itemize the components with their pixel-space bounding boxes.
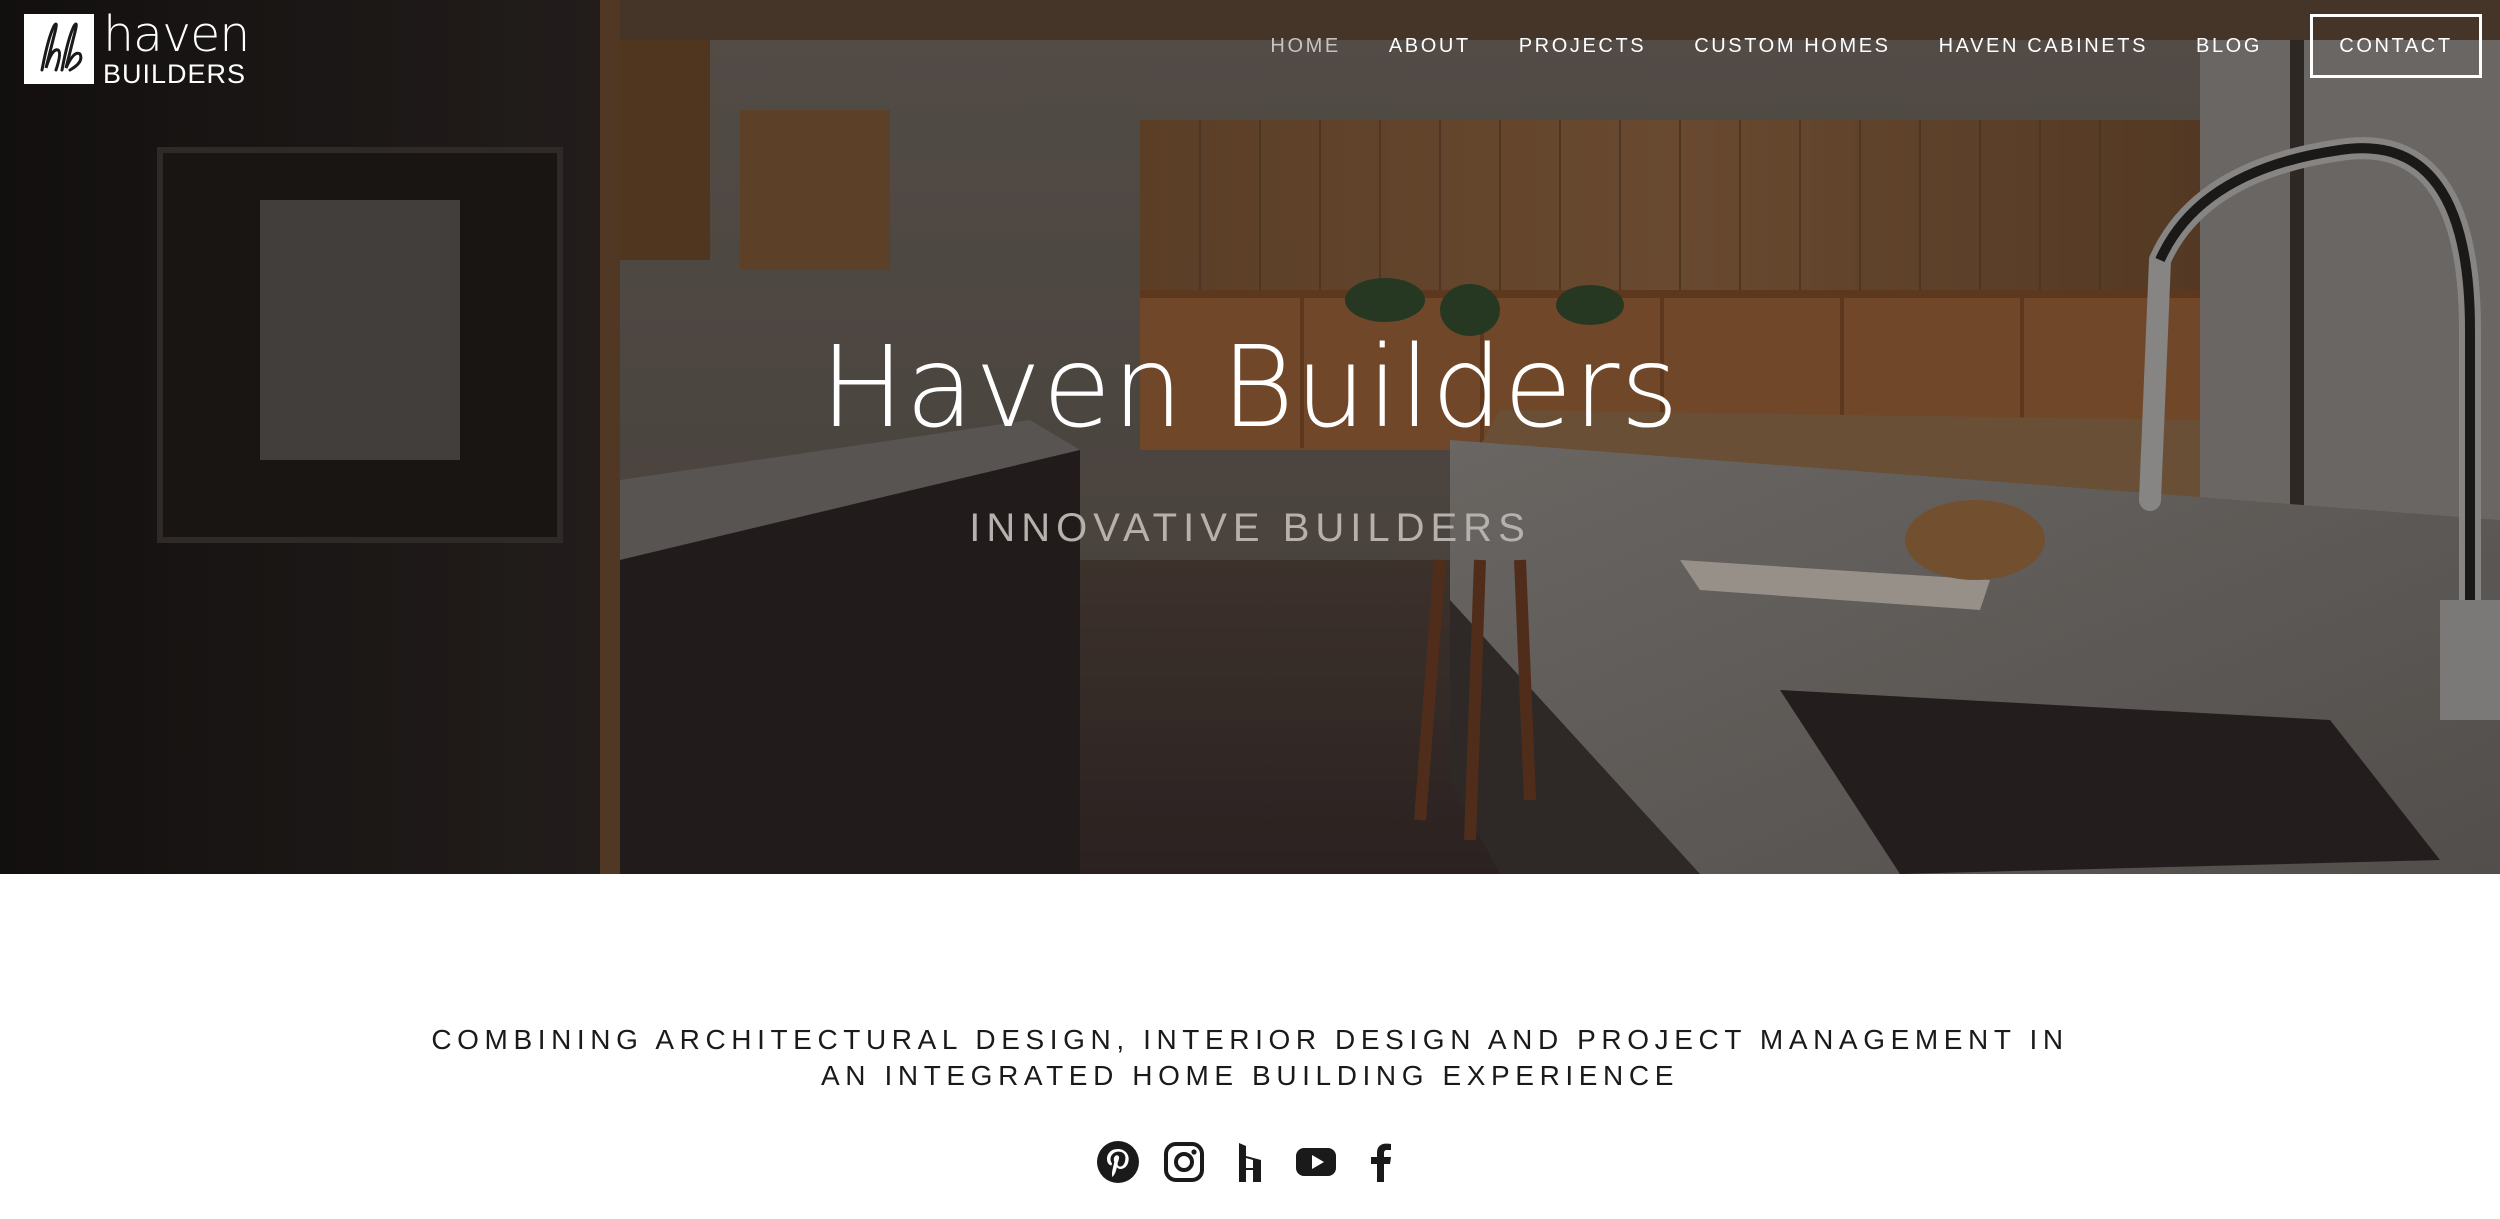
logo-wordmark: haven (103, 6, 250, 63)
instagram-icon[interactable] (1162, 1140, 1206, 1184)
hero-title: Haven Builders (820, 323, 1680, 453)
nav-item-haven-cabinets[interactable]: HAVEN CABINETS (1939, 35, 2148, 58)
pinterest-icon[interactable] (1096, 1140, 1140, 1184)
nav-item-home[interactable]: HOME (1270, 35, 1340, 58)
facebook-icon[interactable] (1360, 1140, 1404, 1184)
hero-section: haven BUILDERS HOME ABOUT PROJECTS CUSTO… (0, 0, 2500, 874)
logo-subtitle: BUILDERS (103, 59, 247, 89)
site-logo[interactable]: haven BUILDERS (24, 6, 254, 89)
main-navigation: HOME ABOUT PROJECTS CUSTOM HOMES HAVEN C… (1270, 14, 2482, 78)
hero-subtitle: INNOVATIVE BUILDERS (969, 506, 1531, 550)
contact-button[interactable]: CONTACT (2310, 14, 2482, 78)
nav-item-blog[interactable]: BLOG (2196, 35, 2262, 58)
logo-monogram-icon (24, 14, 94, 84)
houzz-icon[interactable] (1228, 1140, 1272, 1184)
social-links (0, 1140, 2500, 1184)
nav-item-about[interactable]: ABOUT (1389, 35, 1471, 58)
tagline-line-2: AN INTEGRATED HOME BUILDING EXPERIENCE (821, 1060, 1679, 1091)
youtube-icon[interactable] (1294, 1140, 1338, 1184)
tagline-line-1: COMBINING ARCHITECTURAL DESIGN, INTERIOR… (431, 1024, 2069, 1055)
nav-item-custom-homes[interactable]: CUSTOM HOMES (1694, 35, 1890, 58)
nav-item-projects[interactable]: PROJECTS (1519, 35, 1646, 58)
tagline: COMBINING ARCHITECTURAL DESIGN, INTERIOR… (0, 1022, 2500, 1094)
